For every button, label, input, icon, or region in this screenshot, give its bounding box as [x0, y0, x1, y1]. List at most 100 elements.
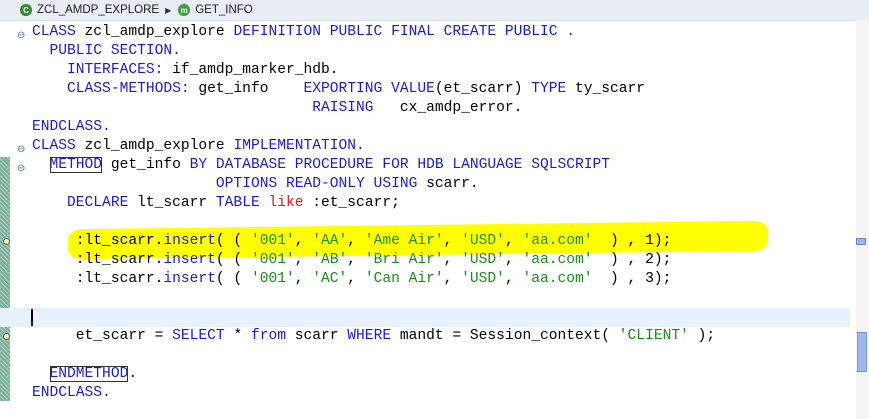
code-token: 'USD' [461, 271, 505, 287]
code-token: :et_scarr; [303, 195, 400, 211]
code-token: ) , 3); [592, 271, 672, 287]
code-text: OPTIONS READ-ONLY USING scarr. [32, 175, 479, 194]
text-caret [31, 309, 33, 326]
code-token: 'AA' [312, 233, 348, 249]
code-token: ENDMETHOD [49, 366, 129, 382]
change-marker-icon [3, 333, 10, 340]
code-token: , [443, 271, 462, 287]
code-token: CLASS [32, 24, 76, 40]
code-line[interactable]: et_scarr = SELECT * from scarr WHERE man… [0, 327, 850, 346]
breadcrumb-item-class[interactable]: C ZCL_AMDP_EXPLORE [0, 0, 159, 20]
code-token: INTERFACES: [67, 62, 164, 78]
overview-marker[interactable] [856, 238, 866, 245]
code-token: 'USD' [461, 252, 505, 268]
code-token: insert [163, 252, 216, 268]
code-token: et_scarr = [32, 328, 173, 344]
code-token: EXPORTING VALUE [303, 81, 435, 97]
code-token: :lt_scarr. [32, 271, 164, 287]
class-icon: C [20, 4, 32, 16]
code-token: , [443, 233, 462, 249]
code-token: SELECT [172, 328, 225, 344]
code-line[interactable] [0, 213, 850, 232]
code-token: lt_scarr [128, 195, 216, 211]
code-line[interactable] [0, 289, 850, 308]
code-token: * [224, 328, 251, 344]
code-token: RAISING [312, 100, 374, 116]
code-text: DECLARE lt_scarr TABLE like :et_scarr; [32, 194, 400, 213]
code-line[interactable]: DECLARE lt_scarr TABLE like :et_scarr; [0, 194, 850, 213]
code-token: insert [163, 233, 216, 249]
code-text: CLASS-METHODS: get_info EXPORTING VALUE(… [32, 80, 645, 99]
code-token: 'aa.com' [522, 252, 593, 268]
code-line[interactable]: ⊖ CLASS zcl_amdp_explore DEFINITION PUBLI… [0, 23, 850, 42]
breadcrumb-item-method[interactable]: m GET_INFO [178, 0, 253, 20]
code-token: ( ( [215, 252, 251, 268]
code-line[interactable]: INTERFACES: if_amdp_marker_hdb. [0, 61, 850, 80]
code-token: CLASS [32, 138, 76, 154]
code-token: 'aa.com' [522, 271, 593, 287]
code-token: , [294, 252, 313, 268]
code-text: CLASS zcl_amdp_explore DEFINITION PUBLIC… [32, 23, 575, 42]
code-token: ENDCLASS. [32, 119, 111, 135]
code-token: IMPLEMENTATION. [233, 138, 365, 154]
code-text: ENDCLASS. [32, 118, 111, 137]
code-token: (et_scarr) [434, 81, 532, 97]
code-text: INTERFACES: if_amdp_marker_hdb. [32, 61, 339, 80]
code-line[interactable]: :lt_scarr.insert( ( '001', 'AB', 'Bri Ai… [0, 251, 850, 270]
code-line[interactable]: ENDMETHOD. [0, 365, 850, 384]
code-token: ENDCLASS. [32, 385, 111, 401]
breadcrumb-class-label: ZCL_AMDP_EXPLORE [37, 4, 160, 16]
code-token: cx_amdp_error. [373, 100, 523, 116]
code-line[interactable]: OPTIONS READ-ONLY USING scarr. [0, 175, 850, 194]
scrollbar-thumb[interactable] [857, 332, 867, 372]
code-token: get_info [189, 81, 304, 97]
code-token: 'Bri Air' [364, 252, 444, 268]
code-text: CLASS zcl_amdp_explore IMPLEMENTATION. [32, 137, 365, 156]
code-text: ENDMETHOD. [32, 365, 137, 384]
method-icon: m [178, 4, 191, 16]
code-token: WHERE [347, 328, 392, 344]
code-token: BY DATABASE PROCEDURE FOR HDB LANGUAGE S… [189, 157, 611, 173]
code-token: ); [688, 328, 716, 344]
code-token: , [294, 271, 313, 287]
code-token: 'AC' [312, 271, 348, 287]
code-token: '001' [250, 233, 295, 249]
code-token: from [250, 328, 286, 344]
code-line[interactable]: :lt_scarr.insert( ( '001', 'AA', 'Ame Ai… [0, 232, 850, 251]
code-line[interactable]: PUBLIC SECTION. [0, 42, 850, 61]
code-token: 'USD' [461, 233, 505, 249]
code-token: ( ( [215, 233, 251, 249]
code-line[interactable] [0, 346, 850, 365]
code-line[interactable]: CLASS-METHODS: get_info EXPORTING VALUE(… [0, 80, 850, 99]
code-token: scarr [285, 328, 348, 344]
change-marker-icon [3, 238, 10, 245]
code-token: ty_scarr [566, 81, 646, 97]
code-text: :lt_scarr.insert( ( '001', 'AA', 'Ame Ai… [32, 232, 672, 251]
code-token: ) , 1); [592, 233, 672, 249]
code-line[interactable]: RAISING cx_amdp_error. [0, 99, 850, 118]
code-line[interactable]: :lt_scarr.insert( ( '001', 'AC', 'Can Ai… [0, 270, 850, 289]
code-token: mandt = Session_context( [391, 328, 619, 344]
code-token: 'aa.com' [522, 233, 593, 249]
code-token: ) , 2); [592, 252, 672, 268]
code-token: :lt_scarr. [32, 233, 164, 249]
code-token: 'Ame Air' [364, 233, 444, 249]
code-text: :lt_scarr.insert( ( '001', 'AB', 'Bri Ai… [32, 251, 672, 270]
code-line[interactable]: ENDCLASS. [0, 384, 850, 403]
code-token: , [347, 233, 365, 249]
code-line[interactable]: ⊖ METHOD get_info BY DATABASE PROCEDURE … [0, 156, 850, 175]
breadcrumb: C ZCL_AMDP_EXPLORE ▶ m GET_INFO [0, 0, 869, 21]
breadcrumb-method-label: GET_INFO [195, 4, 253, 16]
code-token: zcl_amdp_explore [75, 24, 234, 40]
code-line[interactable]: ⊖ CLASS zcl_amdp_explore IMPLEMENTATION. [0, 137, 850, 156]
code-line[interactable] [0, 308, 850, 327]
code-line[interactable]: ENDCLASS. [0, 118, 850, 137]
chevron-right-icon: ▶ [165, 5, 172, 15]
